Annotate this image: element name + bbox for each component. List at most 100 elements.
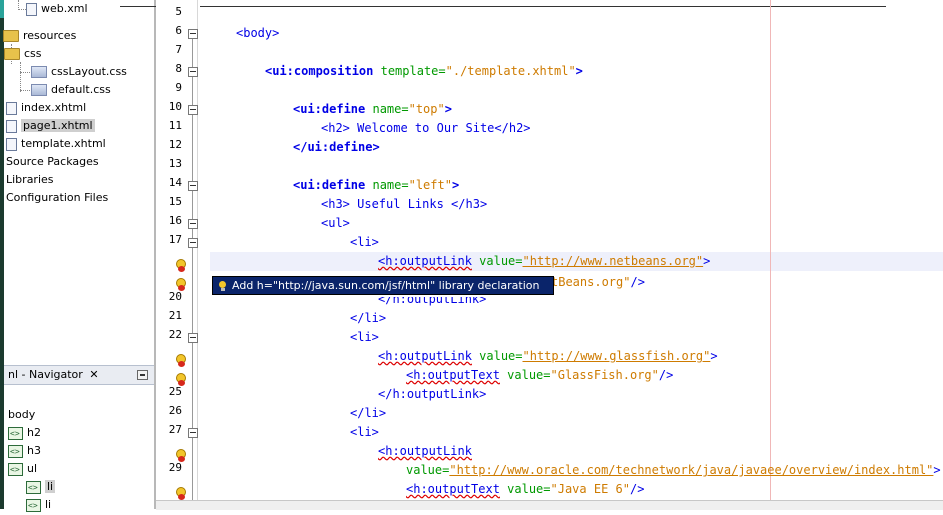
hint-lightbulb-icon[interactable] [175,449,186,462]
code-token: value= [471,254,523,268]
line-number: 22 [168,328,182,341]
code-line[interactable]: </h:outputLink> [378,385,486,404]
tree-item-label: Source Packages [6,155,99,168]
code-line[interactable]: </li> [350,404,386,423]
tree-item-page1[interactable]: page1.xhtml [6,117,95,135]
navigator-item-body[interactable]: body [8,406,35,424]
fold-toggle[interactable] [188,67,198,77]
code-line[interactable]: <h2> Welcome to Our Site</h2> [321,119,531,138]
code-line[interactable]: </ui:define> [293,138,380,157]
code-token: "http://www.glassfish.org" [522,349,711,363]
code-token: "GlassFish.org" [550,368,659,382]
hint-lightbulb-icon[interactable] [175,373,186,386]
hint-lightbulb-icon[interactable] [175,354,186,367]
code-token: value= [471,349,523,363]
fold-toggle[interactable] [188,181,198,191]
code-line[interactable]: <body> [236,24,279,43]
tree-item-label: index.xhtml [21,101,87,114]
fold-toggle[interactable] [188,428,198,438]
code-token: </h:outputLink> [378,387,487,401]
code-token: <ui:composition [265,64,374,78]
line-number: 13 [168,157,182,170]
hint-tooltip[interactable]: Add h="http://java.sun.com/jsf/html" lib… [212,276,554,295]
line-number: 10 [168,100,182,113]
code-line[interactable]: value="http://www.oracle.com/technetwork… [406,461,941,480]
tree-item-label: Libraries [6,173,54,186]
fold-toggle[interactable] [188,29,198,39]
code-token: /> [630,275,645,289]
code-line[interactable]: <ui:define name="left"> [293,176,459,195]
code-token: "http://www.netbeans.org" [522,254,704,268]
code-line[interactable]: </li> [350,309,386,328]
code-token: <h:outputText [406,368,500,382]
code-token: > [444,102,452,116]
code-token: <li> [350,330,379,344]
code-line[interactable]: <li> [350,423,379,442]
tree-item-csslayout[interactable]: cssLayout.css [31,63,127,81]
tag-icon [26,497,41,515]
line-number: 27 [168,423,182,436]
code-token: </ui:define> [293,140,380,154]
tree-item-web-xml[interactable]: web.xml [26,0,88,18]
tree-item-source-packages[interactable]: Source Packages [6,153,99,171]
hint-lightbulb-icon[interactable] [175,487,186,500]
code-line[interactable]: <h:outputText value="Java EE 6"/> [406,480,644,499]
navigator-item-label: h2 [27,426,41,439]
navigator-item-ul[interactable]: ul [8,460,38,479]
code-token: value= [499,368,551,382]
tree-guide [20,72,30,73]
code-line[interactable]: <li> [350,328,379,347]
code-line[interactable]: <ui:define name="top"> [293,100,452,119]
code-token: <h3> Useful Links </h3> [321,197,488,211]
fold-toggle[interactable] [188,333,198,343]
tree-item-template[interactable]: template.xhtml [6,135,106,153]
line-number: 26 [168,404,182,417]
code-line[interactable]: <h:outputLink [378,442,472,461]
tree-item-configuration-files[interactable]: Configuration Files [6,189,108,207]
tree-item-libraries[interactable]: Libraries [6,171,54,189]
navigator-item-h3[interactable]: h3 [8,442,41,461]
navigator-item-label: ul [27,462,38,475]
fold-toggle[interactable] [188,105,198,115]
tree-item-index[interactable]: index.xhtml [6,99,86,117]
line-number: 21 [168,309,182,322]
code-token: name= [365,178,409,192]
line-number: 6 [175,24,182,37]
code-token: > [451,178,460,192]
hint-lightbulb-icon[interactable] [175,259,186,272]
tree-item-css[interactable]: css [4,45,42,63]
code-token: "left" [408,178,452,192]
code-line[interactable]: <ul> [321,214,350,233]
code-token: "./template.xhtml" [445,64,576,78]
code-line[interactable]: <li> [350,233,379,252]
navigator-item-label: body [8,408,36,421]
code-line[interactable]: <h:outputText value="GlassFish.org"/> [406,366,673,385]
xhtml-file-icon [6,101,17,115]
line-number: 12 [168,138,182,151]
code-line[interactable]: <h:outputLink value="http://www.netbeans… [378,252,710,271]
fold-toggle[interactable] [188,238,198,248]
tree-item-resources[interactable]: resources [3,27,76,45]
code-token: > [575,64,583,78]
minimize-icon[interactable] [137,370,148,380]
navigator-item-li[interactable]: li [26,478,56,497]
tree-item-default-css[interactable]: default.css [31,81,111,99]
line-number: 20 [168,290,182,303]
navigator-item-h2[interactable]: h2 [8,424,41,443]
code-token: "Java EE 6" [550,482,630,496]
tag-icon [8,461,23,479]
css-file-icon [31,66,47,78]
tree-guide [20,62,21,92]
code-line[interactable]: <h3> Useful Links </h3> [321,195,487,214]
tree-item-label: cssLayout.css [51,65,127,78]
project-tree[interactable]: web.xml resources css cssLayout.css defa… [3,0,154,340]
fold-toggle[interactable] [188,219,198,229]
code-token: <ul> [321,216,350,230]
code-line[interactable]: tBeans.org"/> [551,273,645,292]
code-line[interactable]: <h:outputLink value="http://www.glassfis… [378,347,718,366]
code-token: "http://www.oracle.com/technetwork/java/… [449,463,934,477]
navigator-item-li[interactable]: li [26,496,51,515]
hint-lightbulb-icon[interactable] [175,278,186,291]
code-line[interactable]: <ui:composition template="./template.xht… [265,62,583,81]
close-icon[interactable]: ✕ [89,368,98,381]
